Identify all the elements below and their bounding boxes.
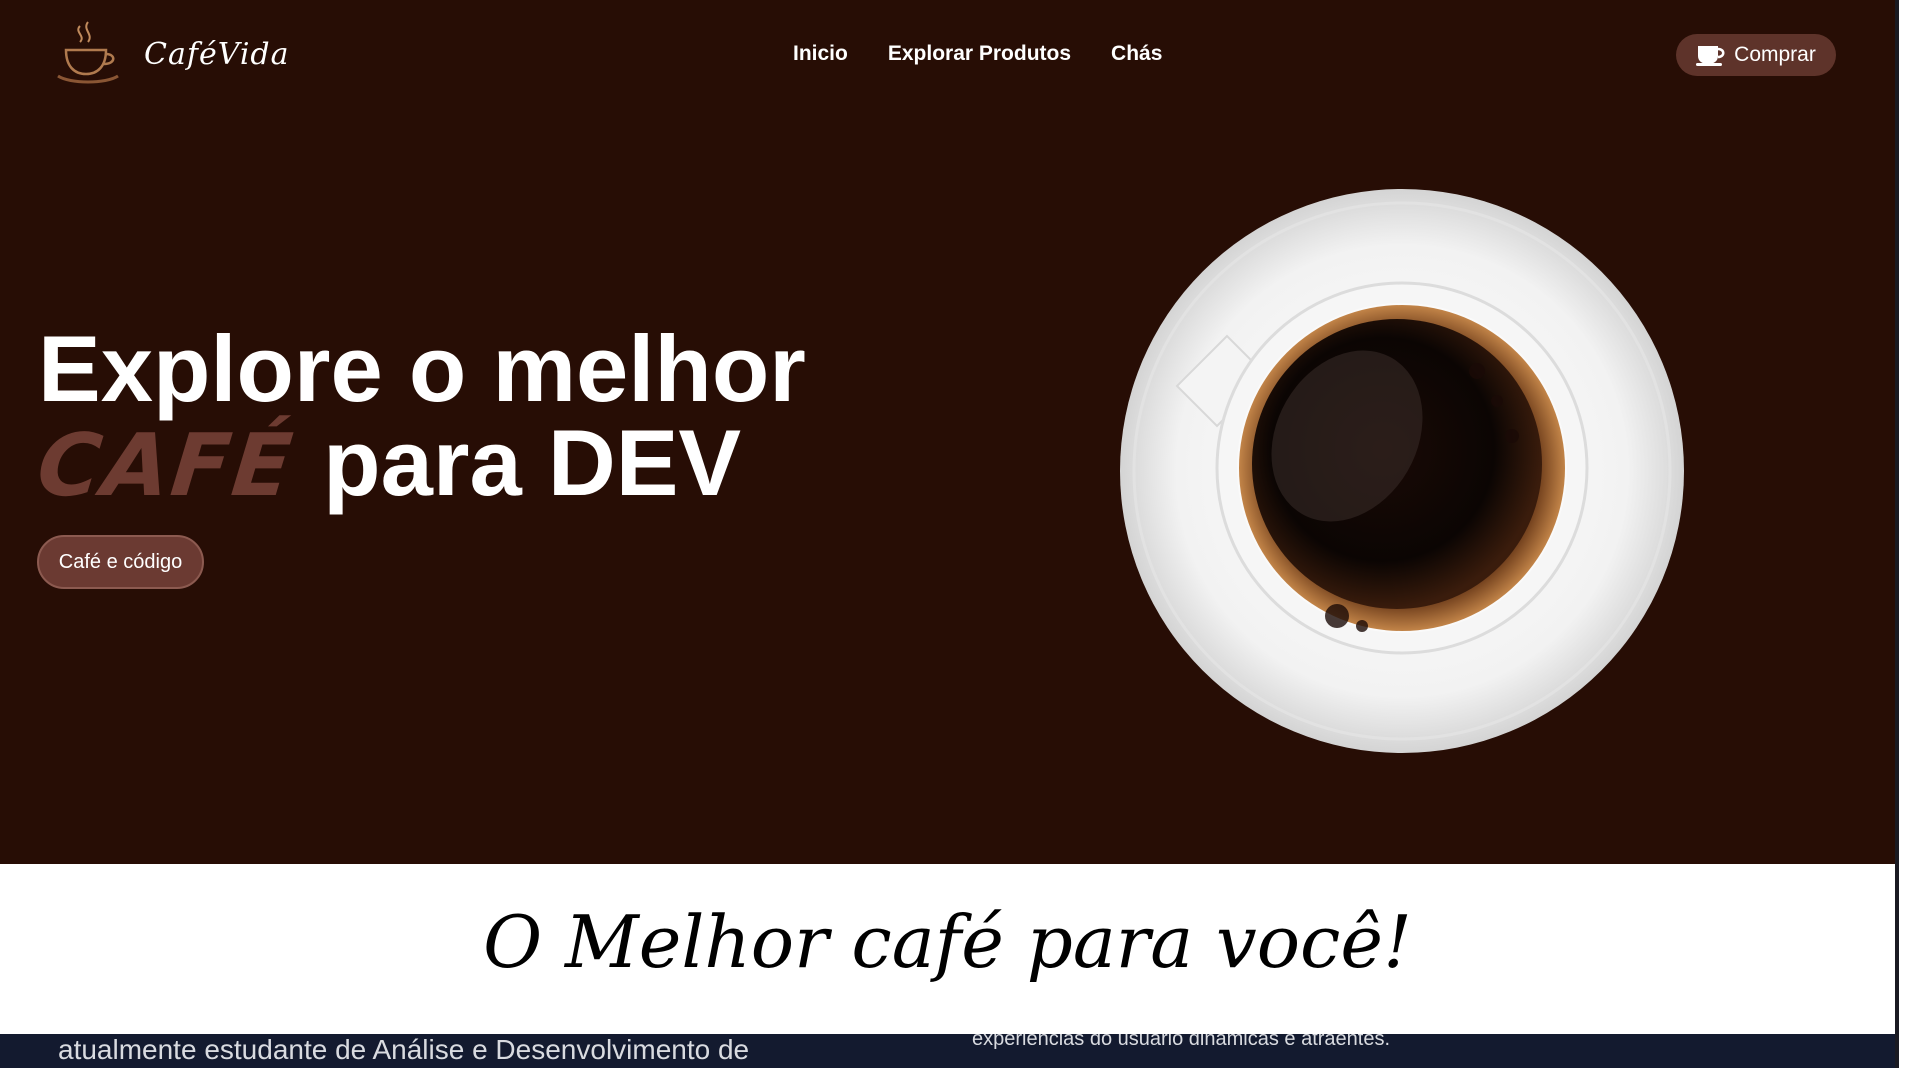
partial-text-right: experiências do usuário dinâmicas e atra… — [972, 1034, 1391, 1050]
partial-text-left: atualmente estudante de Análise e Desenv… — [58, 1034, 750, 1065]
coffee-cup-icon — [1696, 44, 1726, 66]
brand-name: CaféVida — [144, 36, 290, 72]
page-scrollbar[interactable] — [1895, 0, 1916, 1068]
brand-logo[interactable]: CaféVida — [56, 20, 290, 88]
nav-item-explorar-produtos[interactable]: Explorar Produtos — [888, 42, 1071, 66]
headline-accent-word: CAFÉ — [32, 416, 299, 516]
scrollbar-track — [1895, 0, 1899, 1068]
hero-headline: Explore o melhor CAFÉ para DEV — [33, 316, 806, 517]
headline-line-2: para DEV — [323, 410, 742, 515]
buy-button-label: Comprar — [1734, 43, 1816, 66]
buy-button[interactable]: Comprar — [1676, 34, 1836, 76]
about-section-partial: atualmente estudante de Análise e Desenv… — [0, 1034, 1895, 1068]
coffee-cup-image — [1117, 186, 1687, 761]
coffee-cup-icon — [56, 20, 122, 88]
section-tagline: O Melhor café para você! — [483, 900, 1412, 984]
main-nav: Inicio Explorar Produtos Chás — [793, 42, 1162, 66]
nav-item-chas[interactable]: Chás — [1111, 42, 1162, 66]
headline-line-1: Explore o melhor — [38, 316, 806, 421]
hero-section: CaféVida Inicio Explorar Produtos Chás C… — [0, 0, 1895, 864]
hero-cta-button[interactable]: Café e código — [37, 535, 204, 589]
nav-item-inicio[interactable]: Inicio — [793, 42, 848, 66]
